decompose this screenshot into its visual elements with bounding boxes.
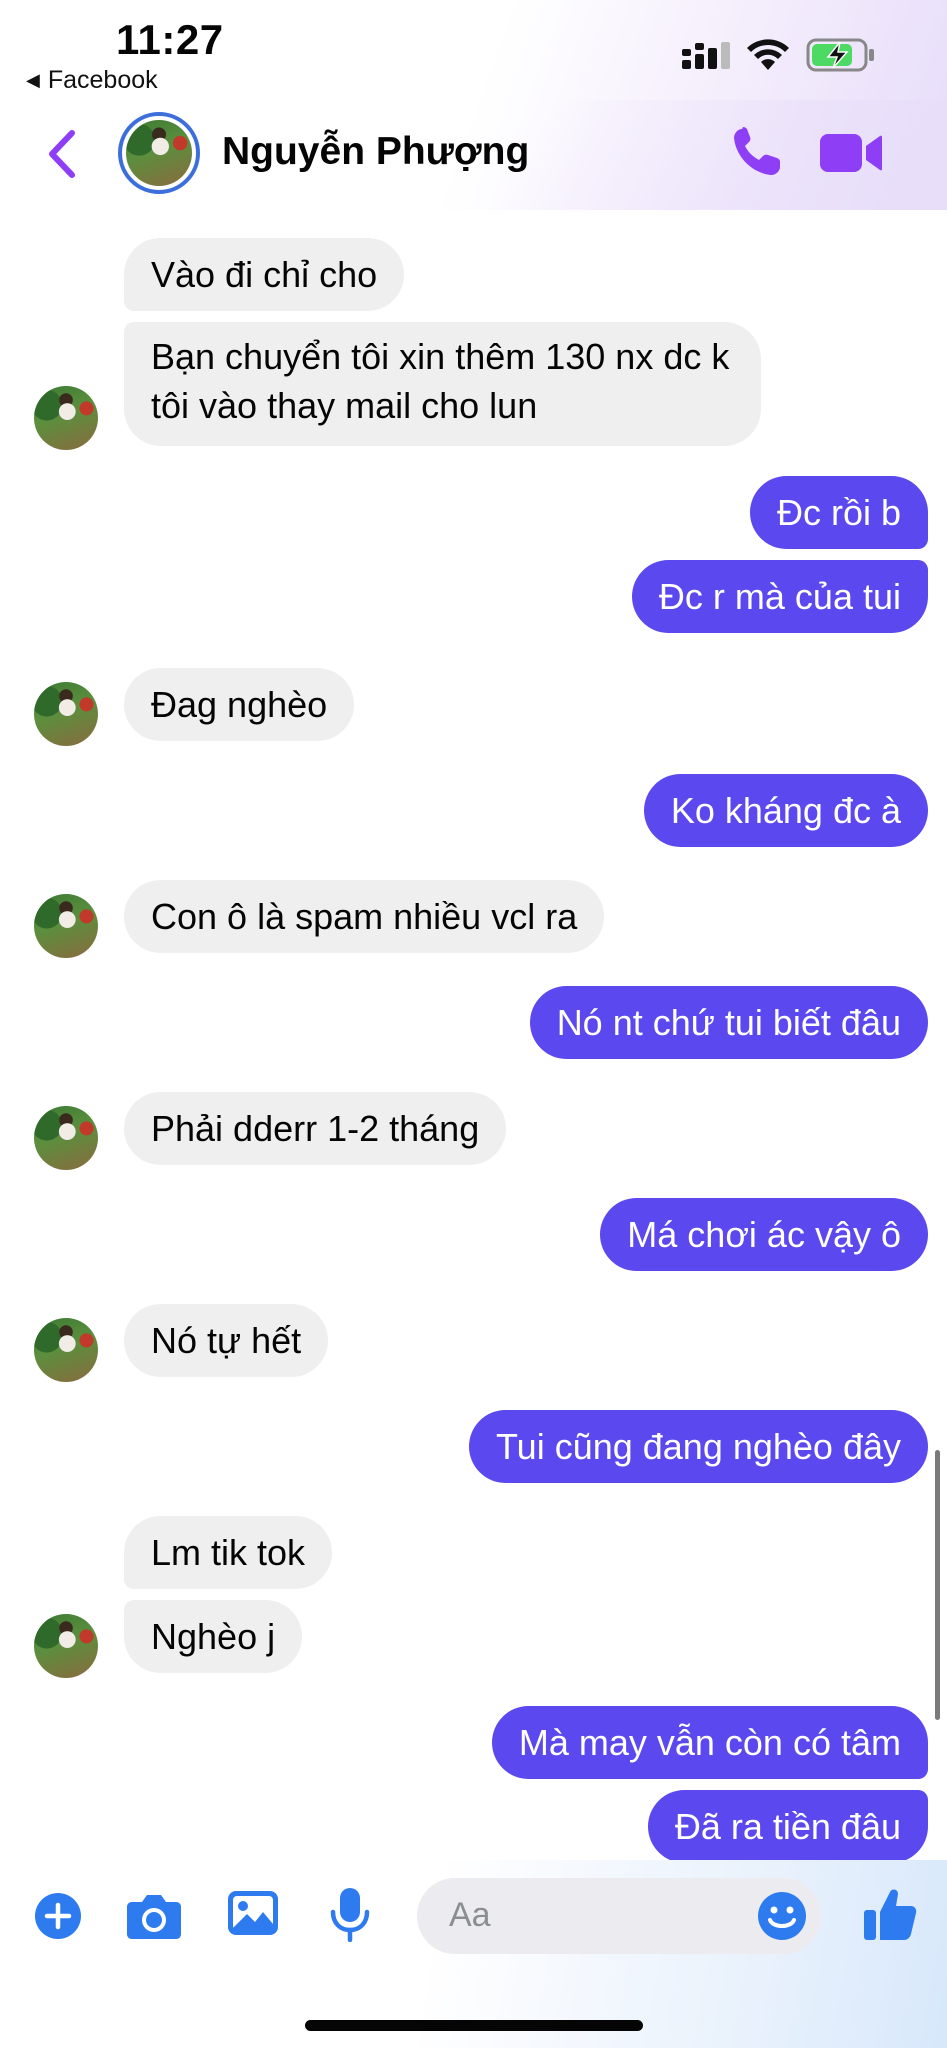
camera-icon[interactable]: [126, 1890, 182, 1940]
status-bar: 11:27 ◀ Facebook: [0, 0, 947, 100]
message-text: Đc r mà của tui: [658, 576, 901, 617]
message-bubble-outgoing[interactable]: Đc rồi b: [749, 476, 928, 549]
scrollbar[interactable]: [935, 1450, 940, 1720]
message-bubble-outgoing[interactable]: Tui cũng đang nghèo đây: [469, 1410, 928, 1483]
wifi-icon: [747, 39, 789, 70]
message-thread[interactable]: Vào đi chỉ cho Bạn chuyển tôi xin thêm 1…: [0, 150, 947, 1860]
cellular-signal-icon: [682, 42, 730, 69]
contact-avatar-small[interactable]: [34, 1106, 98, 1170]
message-text: Đc rồi b: [776, 492, 901, 533]
message-text: Tui cũng đang nghèo đây: [496, 1426, 901, 1467]
message-bubble-outgoing[interactable]: Ko kháng đc à: [643, 774, 928, 847]
video-call-icon[interactable]: [818, 130, 884, 176]
message-bubble-outgoing[interactable]: Nó nt chứ tui biết đâu: [529, 986, 928, 1059]
plus-icon[interactable]: [34, 1892, 82, 1940]
back-app-label: Facebook: [47, 66, 158, 94]
message-text: Con ô là spam nhiều vcl ra: [151, 896, 578, 937]
message-bubble-outgoing[interactable]: Mà may vẫn còn có tâm: [491, 1706, 928, 1779]
message-bubble-outgoing[interactable]: Đc r mà của tui: [631, 560, 928, 633]
small-left-triangle-icon: ◀: [26, 70, 40, 90]
thumbs-up-icon[interactable]: [862, 1886, 918, 1942]
message-bubble-incoming[interactable]: Phải dderr 1-2 tháng: [124, 1092, 507, 1165]
message-bubble-outgoing[interactable]: Má chơi ác vậy ô: [600, 1198, 928, 1271]
home-indicator[interactable]: [305, 2020, 643, 2031]
contact-name[interactable]: Nguyễn Phượng: [222, 130, 529, 174]
message-bubble-incoming[interactable]: Đag nghèo: [124, 668, 355, 741]
contact-avatar-small[interactable]: [34, 894, 98, 958]
microphone-icon[interactable]: [328, 1886, 372, 1942]
phone-call-icon[interactable]: [728, 125, 784, 181]
message-bubble-incoming[interactable]: Lm tik tok: [124, 1516, 333, 1589]
avatar-image: [34, 894, 98, 958]
message-text-line: Bạn chuyển tôi xin thêm 130 nx dc k: [151, 336, 730, 377]
message-input-placeholder: Aa: [449, 1896, 491, 1934]
message-text-line: tôi vào thay mail cho lun: [151, 385, 538, 426]
avatar-image: [34, 682, 98, 746]
message-bubble-outgoing[interactable]: Đã ra tiền đâu: [647, 1790, 928, 1860]
message-text: Nó tự hết: [151, 1320, 302, 1361]
message-text: Nó nt chứ tui biết đâu: [556, 1002, 901, 1043]
message-bubble-incoming[interactable]: Nó tự hết: [124, 1304, 329, 1377]
back-chevron-icon[interactable]: [44, 127, 80, 181]
contact-avatar-small[interactable]: [34, 682, 98, 746]
back-to-facebook[interactable]: ◀ Facebook: [26, 66, 158, 95]
message-bubble-incoming[interactable]: Con ô là spam nhiều vcl ra: [124, 880, 605, 953]
message-text: Má chơi ác vậy ô: [627, 1214, 901, 1255]
battery-charging-icon: [806, 38, 874, 72]
message-text: Lm tik tok: [151, 1532, 306, 1573]
message-text: Ko kháng đc à: [670, 790, 901, 831]
contact-avatar[interactable]: [118, 112, 200, 194]
emoji-icon[interactable]: [757, 1891, 807, 1941]
avatar-image: [34, 1106, 98, 1170]
message-bubble-incoming[interactable]: Bạn chuyển tôi xin thêm 130 nx dc k tôi …: [124, 322, 762, 446]
message-text: Nghèo j: [151, 1616, 276, 1657]
message-text: Đã ra tiền đâu: [674, 1806, 901, 1847]
message-text: Đag nghèo: [151, 684, 328, 725]
chat-header: Nguyễn Phượng: [0, 100, 947, 210]
message-bubble-incoming[interactable]: Nghèo j: [124, 1600, 303, 1673]
message-bubble-incoming[interactable]: Vào đi chỉ cho: [124, 238, 405, 311]
avatar-image: [34, 1318, 98, 1382]
avatar-image: [34, 386, 98, 450]
message-text: Vào đi chỉ cho: [151, 254, 378, 295]
contact-avatar-small[interactable]: [34, 386, 98, 450]
avatar-image: [34, 1614, 98, 1678]
status-time: 11:27: [116, 16, 224, 63]
message-text: Phải dderr 1-2 tháng: [151, 1108, 480, 1149]
message-text: Mà may vẫn còn có tâm: [518, 1722, 901, 1763]
photo-icon[interactable]: [227, 1888, 279, 1938]
contact-avatar-small[interactable]: [34, 1318, 98, 1382]
contact-avatar-small[interactable]: [34, 1614, 98, 1678]
avatar-image: [126, 120, 192, 186]
